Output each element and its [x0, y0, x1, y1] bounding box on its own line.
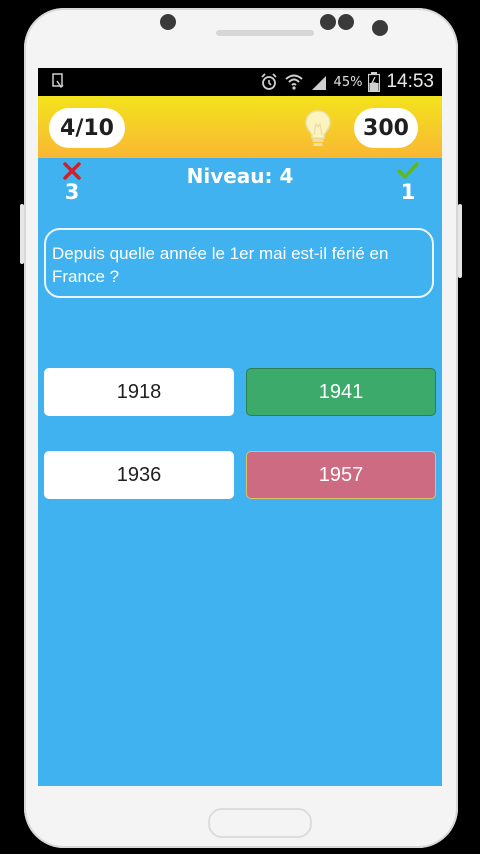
alarm-icon — [260, 73, 277, 90]
wifi-icon — [284, 74, 303, 90]
battery-charging-icon — [368, 72, 381, 92]
wrong-answers-counter: 3 — [58, 162, 86, 204]
front-camera — [160, 14, 176, 30]
level-label: Niveau: 4 — [186, 164, 294, 188]
check-icon — [397, 162, 419, 179]
answer-button-1[interactable]: 1918 — [44, 368, 234, 416]
proximity-sensor — [372, 20, 388, 36]
wrong-count: 3 — [64, 180, 80, 204]
cross-icon — [63, 162, 81, 180]
correct-answers-counter: 1 — [394, 162, 422, 204]
volume-button — [20, 204, 24, 264]
answer-button-4[interactable]: 1957 — [246, 451, 436, 499]
sensor — [320, 14, 336, 30]
quiz-header: 4/10 300 — [38, 96, 442, 158]
download-notification-icon — [52, 73, 64, 89]
app-screen: 45% 14:53 4/10 300 3 Niveau: 4 1 Depuis … — [38, 68, 442, 786]
answer-button-2[interactable]: 1941 — [246, 368, 436, 416]
sensor — [338, 14, 354, 30]
lightbulb-icon[interactable] — [301, 108, 335, 148]
question-text: Depuis quelle année le 1er mai est-il fé… — [44, 228, 434, 298]
correct-count: 1 — [400, 180, 416, 204]
battery-percent: 45% — [333, 74, 363, 90]
power-button — [458, 204, 462, 278]
question-progress: 4/10 — [49, 108, 125, 148]
clock: 14:53 — [386, 71, 434, 92]
status-icons: 45% 14:53 — [260, 68, 434, 96]
answer-button-3[interactable]: 1936 — [44, 451, 234, 499]
score-display: 300 — [354, 108, 418, 148]
status-bar: 45% 14:53 — [38, 68, 442, 96]
signal-icon — [311, 76, 326, 90]
home-button[interactable] — [208, 808, 312, 838]
speaker-grille — [216, 30, 314, 36]
